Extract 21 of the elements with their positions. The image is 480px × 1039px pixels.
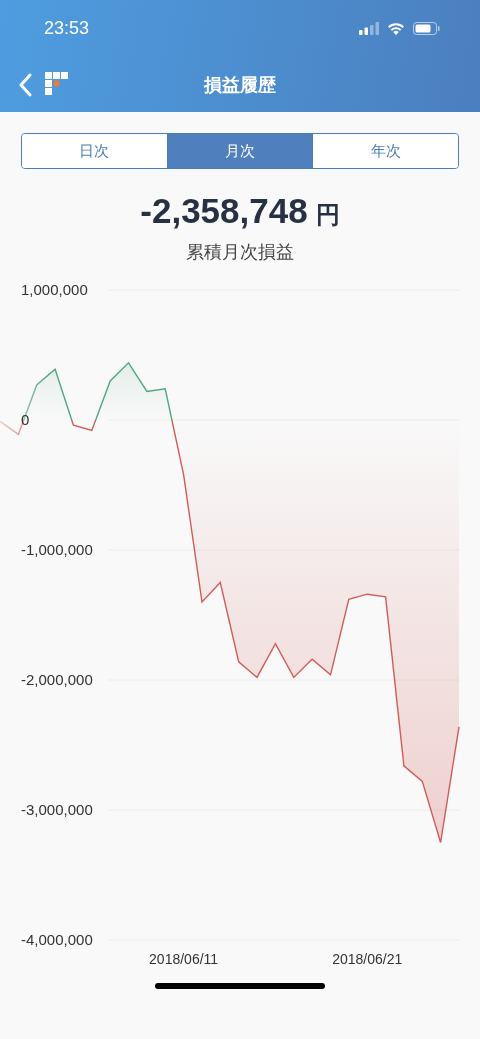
- period-tab[interactable]: 月次: [166, 134, 313, 168]
- period-tab[interactable]: 年次: [312, 134, 458, 168]
- y-axis-label: -4,000,000: [21, 930, 93, 948]
- period-tab[interactable]: 日次: [22, 134, 167, 168]
- signal-icon: [359, 21, 379, 35]
- back-icon: [18, 72, 32, 97]
- screen-title: 損益履歴: [204, 72, 276, 97]
- y-axis-label: 1,000,000: [21, 280, 88, 298]
- logo-icon: [45, 72, 69, 96]
- currency-unit: 円: [315, 200, 340, 231]
- total-amount: -2,358,748: [140, 190, 308, 232]
- y-axis-label: 0: [21, 410, 30, 428]
- x-axis-label: 2018/06/21: [332, 950, 403, 967]
- y-axis-label: -3,000,000: [21, 800, 93, 818]
- wifi-icon: [387, 21, 405, 35]
- status-time: 23:53: [44, 16, 90, 40]
- y-axis-label: -2,000,000: [21, 670, 93, 688]
- x-axis-label: 2018/06/11: [149, 950, 219, 967]
- y-axis-label: -1,000,000: [21, 540, 93, 558]
- battery-icon: [413, 21, 440, 35]
- summary-label: 累積月次損益: [186, 240, 294, 262]
